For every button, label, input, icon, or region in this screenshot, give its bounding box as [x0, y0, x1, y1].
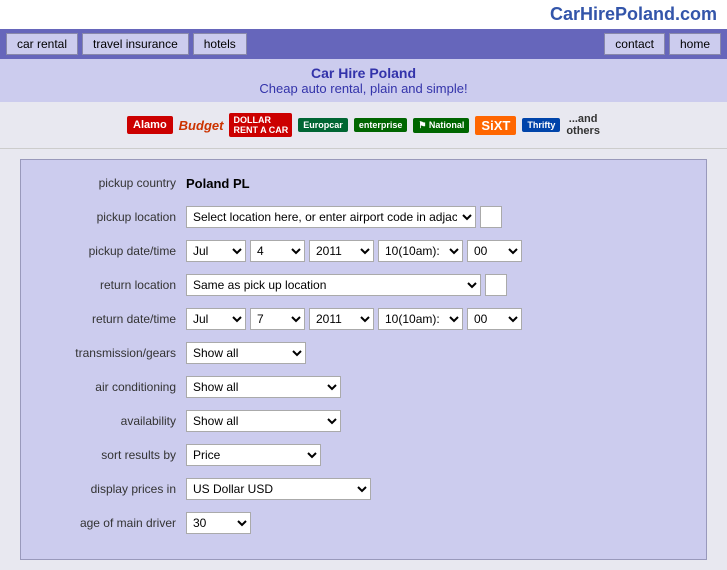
- ac-label: air conditioning: [41, 380, 186, 394]
- prices-control: US Dollar USD: [186, 478, 686, 500]
- sort-label: sort results by: [41, 448, 186, 462]
- logo-enterprise: enterprise: [354, 110, 408, 140]
- return-min-select[interactable]: 00: [467, 308, 522, 330]
- return-day-select[interactable]: 7: [250, 308, 305, 330]
- sort-row: sort results by Price: [41, 442, 686, 468]
- return-datetime-row: return date/time Jul 7 2011 10(10am): 00: [41, 306, 686, 332]
- pickup-location-box[interactable]: [480, 206, 502, 228]
- pickup-year-select[interactable]: 2011: [309, 240, 374, 262]
- logo-dollar: DOLLARRENT A CAR: [229, 110, 292, 140]
- form-container: pickup country Poland PL pickup location…: [20, 159, 707, 560]
- nav-home[interactable]: home: [669, 33, 721, 55]
- logo-sixt: SiXT: [475, 110, 516, 140]
- logo-bar: Alamo Budget DOLLARRENT A CAR Europcar e…: [0, 102, 727, 149]
- return-hour-select[interactable]: 10(10am):: [378, 308, 463, 330]
- age-row: age of main driver 30: [41, 510, 686, 536]
- prices-label: display prices in: [41, 482, 186, 496]
- ac-control: Show all: [186, 376, 686, 398]
- title-section: Car Hire Poland Cheap auto rental, plain…: [0, 59, 727, 102]
- pickup-datetime-label: pickup date/time: [41, 244, 186, 258]
- return-location-box[interactable]: [485, 274, 507, 296]
- availability-control: Show all: [186, 410, 686, 432]
- return-location-control: Same as pick up location: [186, 274, 686, 296]
- availability-select[interactable]: Show all: [186, 410, 341, 432]
- availability-row: availability Show all: [41, 408, 686, 434]
- pickup-day-select[interactable]: 4: [250, 240, 305, 262]
- age-control: 30: [186, 512, 686, 534]
- availability-label: availability: [41, 414, 186, 428]
- pickup-hour-select[interactable]: 10(10am):: [378, 240, 463, 262]
- age-label: age of main driver: [41, 516, 186, 530]
- return-location-row: return location Same as pick up location: [41, 272, 686, 298]
- return-datetime-label: return date/time: [41, 312, 186, 326]
- pickup-country-control: Poland PL: [186, 176, 686, 191]
- nav-right: contact home: [604, 33, 721, 55]
- transmission-row: transmission/gears Show all: [41, 340, 686, 366]
- prices-select[interactable]: US Dollar USD: [186, 478, 371, 500]
- pickup-location-control: Select location here, or enter airport c…: [186, 206, 686, 228]
- logo-budget: Budget: [179, 110, 224, 140]
- transmission-label: transmission/gears: [41, 346, 186, 360]
- transmission-control: Show all: [186, 342, 686, 364]
- page-title-main: Car Hire Poland: [6, 65, 721, 81]
- site-title: CarHirePoland.com: [0, 0, 727, 29]
- nav-car-rental[interactable]: car rental: [6, 33, 78, 55]
- nav-left: car rental travel insurance hotels: [6, 33, 247, 55]
- return-year-select[interactable]: 2011: [309, 308, 374, 330]
- return-datetime-control: Jul 7 2011 10(10am): 00: [186, 308, 686, 330]
- pickup-country-row: pickup country Poland PL: [41, 170, 686, 196]
- pickup-country-label: pickup country: [41, 176, 186, 190]
- nav-hotels[interactable]: hotels: [193, 33, 247, 55]
- nav-bar: car rental travel insurance hotels conta…: [0, 29, 727, 59]
- pickup-country-value: Poland PL: [186, 176, 250, 191]
- logo-thrifty: Thrifty: [522, 110, 560, 140]
- page-title-sub: Cheap auto rental, plain and simple!: [6, 81, 721, 96]
- pickup-location-row: pickup location Select location here, or…: [41, 204, 686, 230]
- main-content: pickup country Poland PL pickup location…: [0, 149, 727, 570]
- ac-select[interactable]: Show all: [186, 376, 341, 398]
- pickup-month-select[interactable]: Jul: [186, 240, 246, 262]
- logo-national: ⚑ National: [413, 110, 469, 140]
- return-location-label: return location: [41, 278, 186, 292]
- sort-select[interactable]: Price: [186, 444, 321, 466]
- ac-row: air conditioning Show all: [41, 374, 686, 400]
- sort-control: Price: [186, 444, 686, 466]
- prices-row: display prices in US Dollar USD: [41, 476, 686, 502]
- pickup-datetime-row: pickup date/time Jul 4 2011 10(10am): 00: [41, 238, 686, 264]
- pickup-location-select[interactable]: Select location here, or enter airport c…: [186, 206, 476, 228]
- return-month-select[interactable]: Jul: [186, 308, 246, 330]
- pickup-min-select[interactable]: 00: [467, 240, 522, 262]
- transmission-select[interactable]: Show all: [186, 342, 306, 364]
- pickup-datetime-control: Jul 4 2011 10(10am): 00: [186, 240, 686, 262]
- nav-travel-insurance[interactable]: travel insurance: [82, 33, 189, 55]
- return-location-select[interactable]: Same as pick up location: [186, 274, 481, 296]
- nav-contact[interactable]: contact: [604, 33, 665, 55]
- age-select[interactable]: 30: [186, 512, 251, 534]
- logo-alamo: Alamo: [127, 110, 173, 140]
- pickup-location-label: pickup location: [41, 210, 186, 224]
- logo-europcar: Europcar: [298, 110, 348, 140]
- logo-others: ...andothers: [566, 110, 600, 140]
